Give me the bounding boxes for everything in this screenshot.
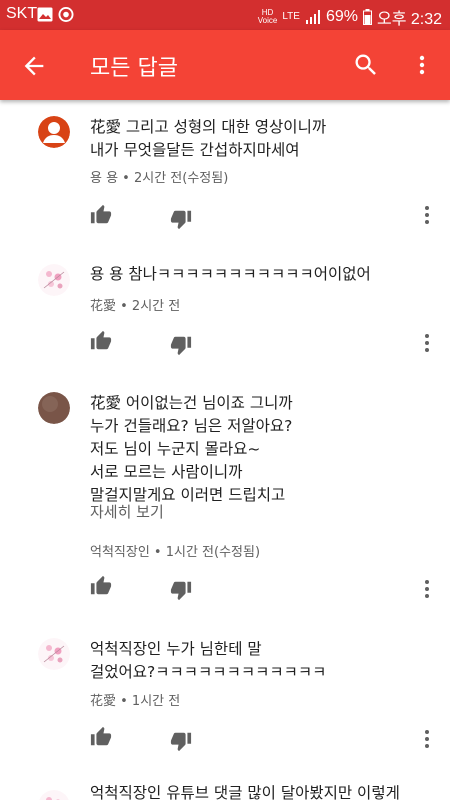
clock: 오후 2:32 [376, 11, 442, 28]
reply-meta: 花愛 • 2시간 전 [90, 299, 181, 314]
image-icon [37, 7, 53, 22]
thumbs-down-icon[interactable] [170, 730, 192, 752]
carrier-label: SKT [6, 5, 38, 22]
replies-list[interactable]: 花愛 그리고 성형의 대한 영상이니까 내가 무엇을달든 간섭하지마세여 용 용… [0, 100, 450, 800]
thumbs-up-icon[interactable] [90, 330, 112, 352]
avatar[interactable] [38, 790, 70, 800]
reply-meta: 용 용 • 2시간 전(수정됨) [90, 171, 229, 186]
thumbs-up-icon[interactable] [90, 204, 112, 226]
arrow-left-icon[interactable] [20, 52, 48, 80]
read-more-link[interactable]: 자세히 보기 [90, 501, 164, 522]
more-vert-icon[interactable] [410, 51, 434, 79]
status-right: HD Voice LTE 69% 오후 2:32 [258, 5, 442, 29]
voice-label: Voice [257, 16, 278, 25]
avatar[interactable] [38, 392, 70, 424]
page-title: 모든 답글 [90, 56, 178, 81]
avatar[interactable] [38, 116, 70, 148]
battery-icon [362, 9, 372, 25]
hd-voice-indicator: HD Voice [258, 9, 278, 25]
battery-percent: 69% [325, 8, 358, 25]
more-vert-icon[interactable] [420, 204, 434, 226]
more-vert-icon[interactable] [420, 578, 434, 600]
more-vert-icon[interactable] [420, 728, 434, 750]
reply-text: 花愛 어이없는건 님이죠 그니까 누가 건들래요? 님은 저알아요? 저도 님이… [90, 394, 293, 504]
thumbs-up-icon[interactable] [90, 726, 112, 748]
thumbs-down-icon[interactable] [170, 334, 192, 356]
status-bar: SKT HD Voice LTE 69% 오후 2:32 [0, 0, 450, 30]
thumbs-down-icon[interactable] [170, 208, 192, 230]
more-vert-icon[interactable] [420, 332, 434, 354]
reply-text: 억척직장인 누가 님한테 말 걸었어요?ㅋㅋㅋㅋㅋㅋㅋㅋㅋㅋㅋㅋ [90, 640, 327, 681]
reply-text: 花愛 그리고 성형의 대한 영상이니까 내가 무엇을달든 간섭하지마세여 [90, 118, 327, 159]
avatar[interactable] [38, 638, 70, 670]
app-bar: 모든 답글 [0, 30, 450, 100]
avatar[interactable] [38, 264, 70, 296]
reply-text: 억척직장인 유튜브 댓글 많이 달아봤지만 이렇게 [90, 784, 400, 800]
reply-meta: 花愛 • 1시간 전 [90, 694, 181, 709]
signal-icon [305, 10, 320, 24]
thumbs-down-icon[interactable] [170, 579, 192, 601]
search-icon[interactable] [352, 51, 380, 79]
reply-text: 용 용 참나ㅋㅋㅋㅋㅋㅋㅋㅋㅋㅋㅋ어이없어 [90, 265, 371, 283]
recording-icon [58, 7, 74, 22]
network-type: LTE [282, 11, 300, 22]
reply-meta: 억척직장인 • 1시간 전(수정됨) [90, 545, 261, 560]
thumbs-up-icon[interactable] [90, 575, 112, 597]
